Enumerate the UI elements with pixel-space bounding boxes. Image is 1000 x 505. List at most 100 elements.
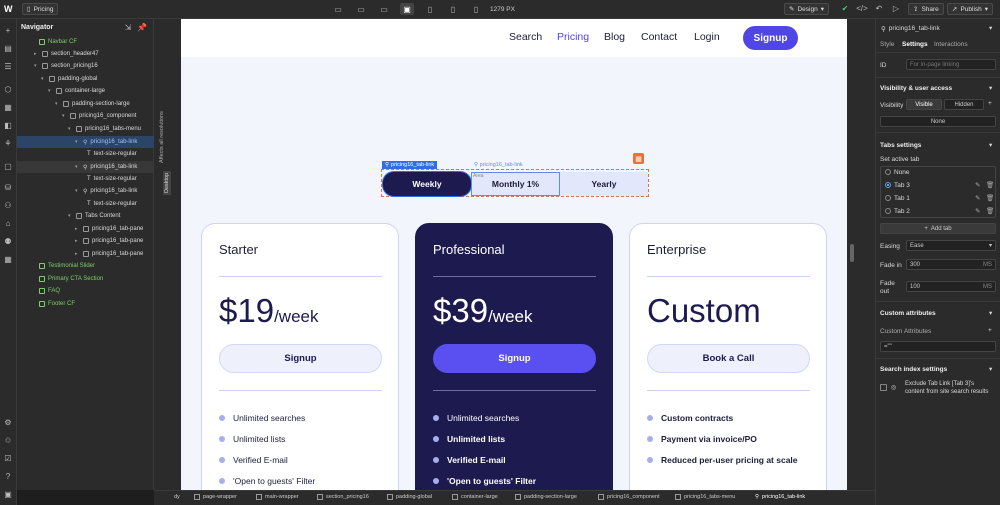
fade-in-input[interactable]: 300 MS [906,259,996,270]
video-icon[interactable]: ▣ [3,490,13,500]
edit-icon[interactable]: ✎ [975,207,980,215]
trash-icon[interactable]: 🗑 [986,194,994,202]
nav-item-container-large[interactable]: ▾ container-large [48,85,105,97]
preview-icon[interactable]: ▷ [891,4,901,14]
breadcrumb-item[interactable]: dy [174,494,180,500]
breadcrumb-item[interactable]: section_pricing16 [317,494,369,500]
active-tab-3[interactable]: Tab 3 [885,182,910,189]
trash-icon[interactable]: 🗑 [986,181,994,189]
pin-icon[interactable]: 📌 [137,23,147,33]
ecommerce-icon[interactable]: ⌂ [3,219,13,229]
apps-grid-icon[interactable]: ▦ [3,255,13,265]
nav-item-pricing16-tab-pane-2[interactable]: ▸ pricing16_tab-pane [75,235,143,247]
nav-item-padding-global[interactable]: ▾ padding-global [41,73,97,85]
apps-icon[interactable]: ▢ [3,162,13,172]
tab-monthly[interactable]: Monthly 1% [471,172,560,196]
nav-item-navbar-cf[interactable]: Navbar CF [39,36,77,48]
active-tab-none[interactable]: None [885,169,910,176]
card-cta-button[interactable]: Signup [433,344,596,373]
navigator-icon[interactable]: ☰ [3,62,13,72]
nav-item-testimonial-slider[interactable]: Testimonial Slider [39,260,95,272]
active-tab-1[interactable]: Tab 1 [885,195,910,202]
card-cta-button[interactable]: Signup [219,344,382,373]
breadcrumb-item[interactable]: pricing16_component [598,494,660,500]
chevron-down-icon[interactable]: ▾ [989,309,992,317]
desktop-large-icon[interactable]: ▭ [354,3,368,15]
edit-icon[interactable]: ✎ [975,181,980,189]
nav-item-primary-cta-section[interactable]: Primary CTA Section [39,273,103,285]
nav-item-tabs-content[interactable]: ▾ Tabs Content [68,210,120,222]
publish-button[interactable]: ➚ Publish ▾ [947,3,994,15]
mobile-portrait-icon[interactable]: ▯ [469,3,483,15]
breadcrumb-item-current[interactable]: ⚲ pricing16_tab-link [755,494,805,500]
nav-item-pricing16-tab-pane-1[interactable]: ▸ pricing16_tab-pane [75,223,143,235]
trash-icon[interactable]: 🗑 [986,207,994,215]
nav-item-pricing16-tab-link-3[interactable]: ▾ ⚲ pricing16_tab-link [75,185,137,197]
nav-item-text-size-regular-1[interactable]: Ttext-size-regular [87,148,137,160]
nav-item-section-pricing16[interactable]: ▾ section_pricing16 [34,60,98,72]
cms-icon[interactable]: ⛁ [3,183,13,193]
fade-out-input[interactable]: 100 MS [906,281,996,292]
nav-item-pricing16-tabs-menu[interactable]: ▾ pricing16_tabs-menu [68,123,141,135]
nav-item-faq[interactable]: FAQ [39,285,60,297]
settings-icon[interactable]: ⚙ [3,418,13,428]
desktop-xl-icon[interactable]: ▭ [331,3,345,15]
status-check-icon[interactable]: ✔ [840,4,850,14]
visible-toggle[interactable]: Visible [906,99,942,110]
tab-interactions[interactable]: Interactions [934,41,968,48]
components-icon[interactable]: ⬡ [3,85,13,95]
logic-icon[interactable]: ⚇ [3,201,13,211]
mobile-landscape-icon[interactable]: ▯ [446,3,460,15]
nav-item-padding-section-large[interactable]: ▾ padding-section-large [55,98,130,110]
nav-link-pricing[interactable]: Pricing [557,31,589,43]
assets-icon[interactable]: ⚘ [3,139,13,149]
desktop-icon[interactable]: ▭ [377,3,391,15]
resize-handle[interactable] [850,244,854,262]
checklist-icon[interactable]: ☑ [3,454,13,464]
edit-icon[interactable]: ✎ [975,194,980,202]
add-tab-button[interactable]: + Add tab [880,223,996,234]
nav-item-pricing16-tab-pane-3[interactable]: ▸ pricing16_tab-pane [75,248,143,260]
collapse-icon[interactable]: ⇲ [123,23,133,33]
design-canvas[interactable]: Search Pricing Blog Contact Login Signup… [181,19,847,490]
style-panel-toggle-icon[interactable]: ▦ [633,153,644,164]
page-selector[interactable]: ▯ Pricing [22,3,59,15]
exclude-checkbox[interactable] [880,384,887,391]
variables-icon[interactable]: ◧ [3,121,13,131]
nav-item-pricing16-tab-link-2[interactable]: ▾ ⚲ pricing16_tab-link [75,161,137,173]
add-icon[interactable]: + [3,26,13,36]
nav-link-contact[interactable]: Contact [641,31,677,43]
nav-item-text-size-regular-2[interactable]: Ttext-size-regular [87,173,137,185]
mode-dropdown[interactable]: ✎ Design ▾ [784,3,829,15]
nav-link-blog[interactable]: Blog [604,31,625,43]
header-signup-button[interactable]: Signup [743,26,798,50]
add-icon[interactable]: + [988,100,992,107]
nav-item-section-header47[interactable]: ▸ section_header47 [34,48,99,60]
styles-icon[interactable]: ▦ [3,103,13,113]
breadcrumb-item[interactable]: main-wrapper [256,494,299,500]
breadcrumb-item[interactable]: padding-global [387,494,432,500]
tab-style[interactable]: Style [880,41,894,48]
hidden-toggle[interactable]: Hidden [944,99,984,110]
nav-item-footer-cf[interactable]: Footer CF [39,298,75,310]
undo-icon[interactable]: ↶ [874,4,884,14]
chevron-down-icon[interactable]: ▾ [989,84,992,92]
breadcrumb-item[interactable]: padding-section-large [515,494,577,500]
webflow-logo[interactable]: W [4,4,13,14]
chevron-down-icon[interactable]: ▾ [989,24,992,32]
code-icon[interactable]: </> [856,4,868,14]
easing-select[interactable]: Ease ▾ [906,240,996,251]
help-icon[interactable]: ? [3,472,13,482]
breadcrumb-item[interactable]: pricing16_tabs-menu [675,494,735,500]
breadcrumb-item[interactable]: container-large [452,494,498,500]
nav-link-search[interactable]: Search [509,31,542,43]
tab-yearly[interactable]: Yearly [560,172,648,196]
nav-link-login[interactable]: Login [694,31,720,43]
chevron-down-icon[interactable]: ▾ [989,365,992,373]
custom-attribute-row[interactable]: ="" [880,341,996,352]
tab-settings[interactable]: Settings [902,41,928,48]
nav-item-pricing16-component[interactable]: ▾ pricing16_component [62,110,136,122]
tab-weekly[interactable]: Weekly [383,172,471,196]
nav-item-pricing16-tab-link-1[interactable]: ▾ ⚲ pricing16_tab-link [75,136,137,148]
access-none-field[interactable]: None [880,116,996,127]
